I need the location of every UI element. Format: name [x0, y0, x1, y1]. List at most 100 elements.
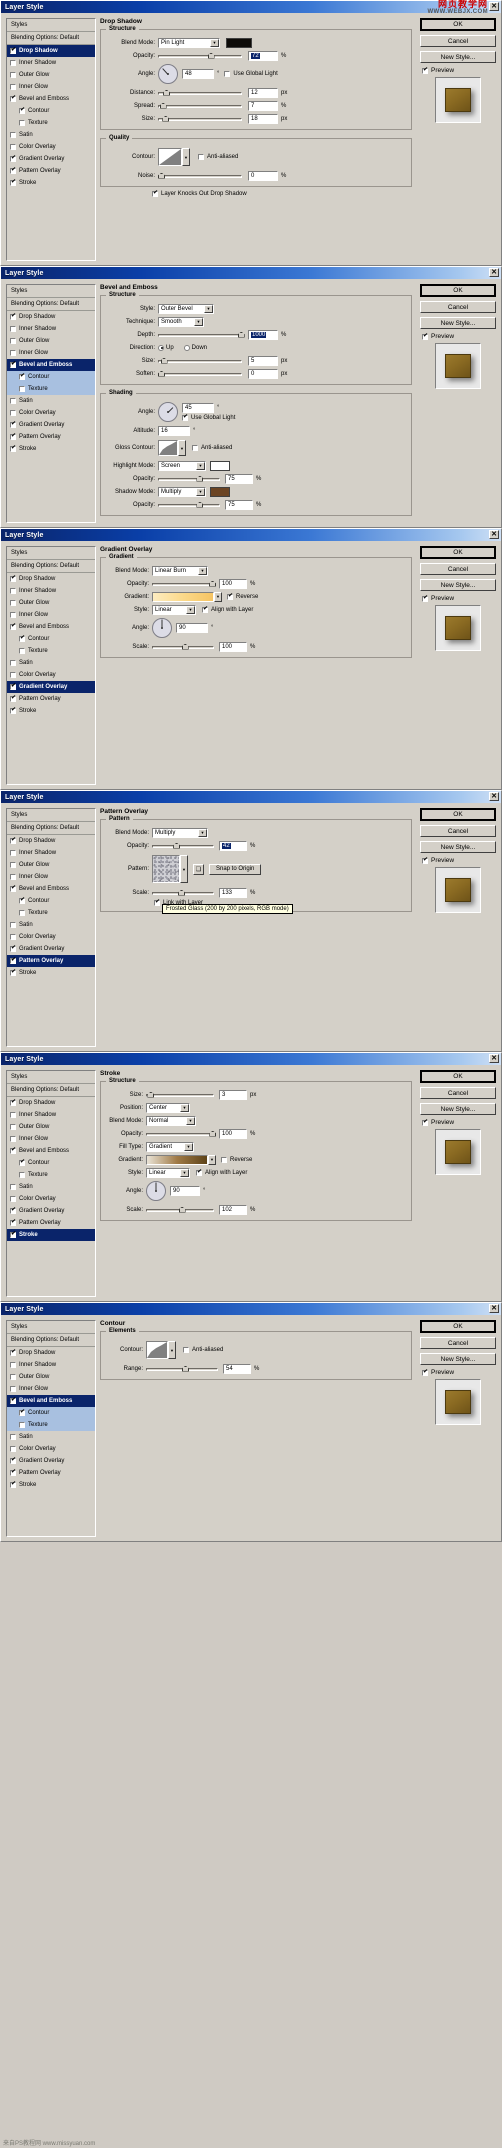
angle-input[interactable]: 48 — [182, 69, 214, 79]
chevron-down-icon[interactable]: ▼ — [210, 38, 219, 47]
sidebar-item-drop-shadow[interactable]: Drop Shadow — [7, 45, 95, 57]
title-bar[interactable]: Layer Style ✕ — [1, 529, 501, 541]
sidebar-item-pattern-overlay[interactable]: Pattern Overlay — [7, 431, 95, 443]
sidebar-item-bevel-and-emboss[interactable]: Bevel and Emboss — [7, 883, 95, 895]
shadow-opacity-slider[interactable] — [158, 500, 220, 510]
ok-button[interactable]: OK — [420, 546, 496, 559]
sidebar-item-gradient-overlay[interactable]: Gradient Overlay — [7, 1455, 95, 1467]
checkbox-bevel-and-emboss[interactable] — [10, 885, 16, 892]
checkbox-gradient-overlay[interactable] — [10, 421, 16, 428]
size-slider[interactable] — [158, 114, 242, 124]
opacity-slider[interactable] — [146, 1129, 217, 1139]
sidebar-item-texture[interactable]: Texture — [7, 1419, 95, 1431]
checkbox-inner-glow[interactable] — [10, 874, 16, 880]
checkbox-stroke[interactable] — [10, 1231, 16, 1238]
checkbox-satin[interactable] — [10, 398, 16, 404]
preview-checkbox[interactable] — [422, 1119, 428, 1126]
checkbox-gradient-overlay[interactable] — [10, 1207, 16, 1214]
blending-options-row[interactable]: Blending Options: Default — [7, 32, 95, 45]
new-style-button[interactable]: New Style... — [420, 1353, 496, 1365]
altitude-input[interactable]: 16 — [158, 425, 190, 436]
checkbox-gradient-overlay[interactable] — [10, 683, 16, 690]
checkbox-outer-glow[interactable] — [10, 1374, 16, 1380]
sidebar-item-pattern-overlay[interactable]: Pattern Overlay — [7, 1217, 95, 1229]
styles-list[interactable]: Styles Blending Options: Default Drop Sh… — [6, 808, 96, 1047]
sidebar-item-outer-glow[interactable]: Outer Glow — [7, 859, 95, 871]
checkbox-drop-shadow[interactable] — [10, 47, 16, 54]
sidebar-item-drop-shadow[interactable]: Drop Shadow — [7, 1097, 95, 1109]
styles-header[interactable]: Styles — [7, 1071, 95, 1084]
sidebar-item-inner-glow[interactable]: Inner Glow — [7, 347, 95, 359]
snap-to-origin-button[interactable]: Snap to Origin — [209, 863, 262, 875]
sidebar-item-gradient-overlay[interactable]: Gradient Overlay — [7, 153, 95, 165]
opacity-slider[interactable] — [152, 841, 214, 851]
gradient-style-select[interactable]: Linear ▼ — [152, 604, 196, 615]
opacity-input[interactable]: 42 — [219, 840, 247, 851]
use-global-light-checkbox[interactable] — [182, 414, 188, 421]
blend-mode-select[interactable]: Normal ▼ — [146, 1115, 196, 1126]
blend-mode-select[interactable]: Linear Burn ▼ — [152, 565, 208, 576]
cancel-button[interactable]: Cancel — [420, 1337, 496, 1349]
angle-input[interactable]: 45 — [182, 403, 214, 413]
chevron-down-icon[interactable]: ▼ — [204, 304, 213, 313]
checkbox-texture[interactable] — [19, 120, 25, 126]
cancel-button[interactable]: Cancel — [420, 1087, 496, 1099]
ok-button[interactable]: OK — [420, 284, 496, 297]
sidebar-item-contour[interactable]: Contour — [7, 371, 95, 383]
checkbox-outer-glow[interactable] — [10, 862, 16, 868]
preview-toggle[interactable]: Preview — [422, 1369, 496, 1376]
highlight-opacity-input[interactable]: 75 — [225, 473, 253, 484]
angle-dial[interactable] — [158, 402, 178, 422]
sidebar-item-contour[interactable]: Contour — [7, 1407, 95, 1419]
title-bar[interactable]: Layer Style ✕ — [1, 1053, 501, 1065]
checkbox-contour[interactable] — [19, 107, 25, 114]
chevron-down-icon[interactable]: ▼ — [198, 828, 207, 837]
sidebar-item-satin[interactable]: Satin — [7, 129, 95, 141]
opacity-input[interactable]: 72 — [248, 50, 278, 61]
highlight-mode-select[interactable]: Screen ▼ — [158, 460, 206, 471]
sidebar-item-texture[interactable]: Texture — [7, 645, 95, 657]
direction-down-radio[interactable] — [183, 344, 190, 351]
styles-header[interactable]: Styles — [7, 547, 95, 560]
angle-input[interactable]: 90 — [176, 623, 208, 633]
checkbox-inner-shadow[interactable] — [10, 326, 16, 332]
title-bar[interactable]: Layer Style ✕ — [1, 791, 501, 803]
scale-slider[interactable] — [146, 1205, 214, 1215]
ok-button[interactable]: OK — [420, 808, 496, 821]
sidebar-item-pattern-overlay[interactable]: Pattern Overlay — [7, 1467, 95, 1479]
sidebar-item-color-overlay[interactable]: Color Overlay — [7, 931, 95, 943]
shadow-opacity-input[interactable]: 75 — [225, 499, 253, 510]
sidebar-item-stroke[interactable]: Stroke — [7, 705, 95, 717]
sidebar-item-inner-glow[interactable]: Inner Glow — [7, 609, 95, 621]
reverse-checkbox[interactable] — [221, 1156, 227, 1163]
gradient-style-select[interactable]: Linear ▼ — [146, 1167, 190, 1178]
shadow-color-swatch[interactable] — [226, 37, 252, 48]
new-style-button[interactable]: New Style... — [420, 51, 496, 63]
checkbox-drop-shadow[interactable] — [10, 1349, 16, 1356]
checkbox-color-overlay[interactable] — [10, 934, 16, 940]
layer-style-dialog-gradient-overlay[interactable]: Layer Style ✕ Styles Blending Options: D… — [0, 528, 502, 790]
gloss-contour-preview[interactable] — [158, 440, 178, 456]
checkbox-inner-glow[interactable] — [10, 350, 16, 356]
cancel-button[interactable]: Cancel — [420, 301, 496, 313]
checkbox-contour[interactable] — [19, 897, 25, 904]
anti-aliased-checkbox[interactable] — [183, 1347, 189, 1353]
checkbox-stroke[interactable] — [10, 707, 16, 714]
sidebar-item-texture[interactable]: Texture — [7, 907, 95, 919]
blend-mode-select[interactable]: Pin Light ▼ — [158, 37, 220, 48]
preview-checkbox[interactable] — [422, 595, 428, 602]
sidebar-item-texture[interactable]: Texture — [7, 117, 95, 129]
checkbox-outer-glow[interactable] — [10, 600, 16, 606]
checkbox-contour[interactable] — [19, 1409, 25, 1416]
new-preset-icon[interactable]: ❏ — [193, 863, 204, 875]
sidebar-item-pattern-overlay[interactable]: Pattern Overlay — [7, 955, 95, 967]
checkbox-outer-glow[interactable] — [10, 72, 16, 78]
sidebar-item-color-overlay[interactable]: Color Overlay — [7, 141, 95, 153]
contour-chevron-down-icon[interactable]: ▼ — [182, 148, 190, 166]
gradient-preview[interactable] — [152, 591, 214, 602]
blending-options-row[interactable]: Blending Options: Default — [7, 1084, 95, 1097]
blend-mode-select[interactable]: Multiply ▼ — [152, 827, 208, 838]
sidebar-item-outer-glow[interactable]: Outer Glow — [7, 335, 95, 347]
checkbox-inner-glow[interactable] — [10, 1136, 16, 1142]
scale-slider[interactable] — [152, 642, 214, 652]
